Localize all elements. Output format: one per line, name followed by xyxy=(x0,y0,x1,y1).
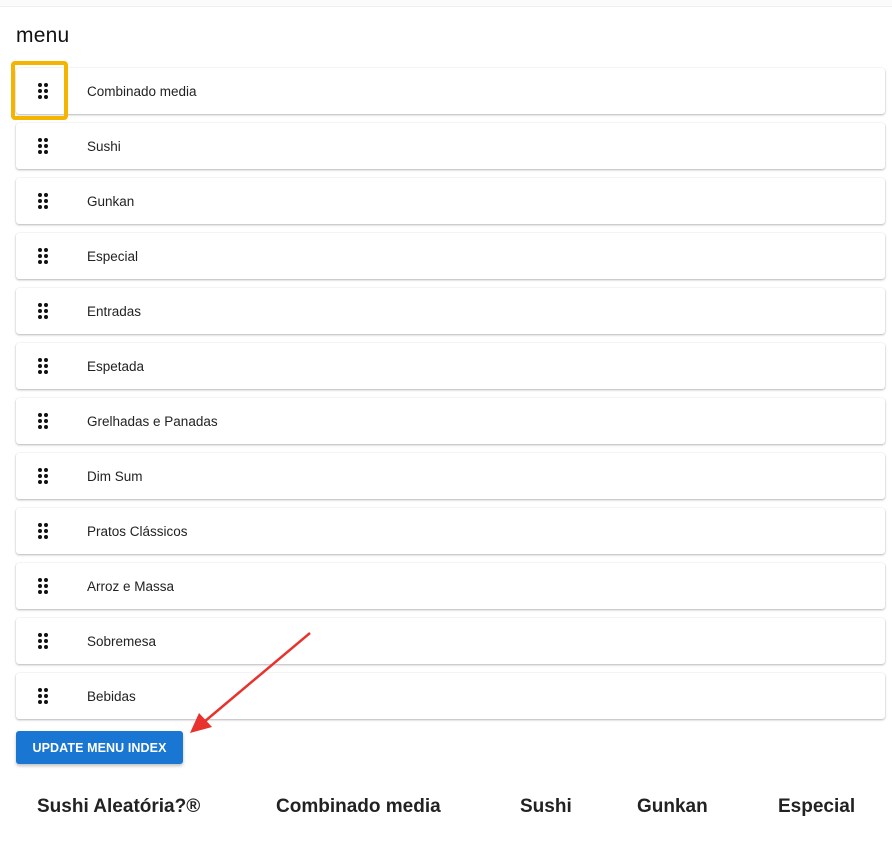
footer-nav: Sushi Aleatória?® Combinado media Sushi … xyxy=(0,796,892,826)
top-bar xyxy=(0,0,892,7)
drag-handle-icon[interactable] xyxy=(31,629,55,653)
menu-item-label: Grelhadas e Panadas xyxy=(87,413,218,429)
footer-link-sushi-aleatoria[interactable]: Sushi Aleatória?® xyxy=(37,796,200,818)
menu-item-combinado-media[interactable]: Combinado media xyxy=(16,68,885,114)
drag-handle-icon[interactable] xyxy=(31,354,55,378)
menu-item-arroz-e-massa[interactable]: Arroz e Massa xyxy=(16,563,885,609)
drag-handle-icon[interactable] xyxy=(31,244,55,268)
menu-item-label: Gunkan xyxy=(87,193,135,209)
menu-item-gunkan[interactable]: Gunkan xyxy=(16,178,885,224)
footer-link-combinado-media[interactable]: Combinado media xyxy=(276,796,441,818)
menu-item-bebidas[interactable]: Bebidas xyxy=(16,673,885,719)
menu-item-label: Sobremesa xyxy=(87,633,157,649)
menu-item-label: Bebidas xyxy=(87,688,136,704)
drag-handle-icon[interactable] xyxy=(31,684,55,708)
update-menu-index-button[interactable]: UPDATE MENU INDEX xyxy=(16,731,183,764)
menu-item-entradas[interactable]: Entradas xyxy=(16,288,885,334)
drag-handle-icon[interactable] xyxy=(31,519,55,543)
menu-item-label: Dim Sum xyxy=(87,468,143,484)
footer-link-sushi[interactable]: Sushi xyxy=(520,796,572,818)
menu-item-grelhadas-e-panadas[interactable]: Grelhadas e Panadas xyxy=(16,398,885,444)
menu-item-label: Especial xyxy=(87,248,139,264)
menu-item-label: Espetada xyxy=(87,358,145,374)
menu-item-pratos-classicos[interactable]: Pratos Clássicos xyxy=(16,508,885,554)
drag-handle-icon[interactable] xyxy=(31,189,55,213)
menu-item-sobremesa[interactable]: Sobremesa xyxy=(16,618,885,664)
menu-item-label: Combinado media xyxy=(87,83,197,99)
drag-handle-icon[interactable] xyxy=(31,574,55,598)
menu-list: Combinado media Sushi Gunkan Especial En… xyxy=(16,68,885,728)
page-title: menu xyxy=(16,24,70,47)
menu-item-label: Pratos Clássicos xyxy=(87,523,188,539)
drag-handle-icon[interactable] xyxy=(31,299,55,323)
drag-handle-icon[interactable] xyxy=(31,134,55,158)
menu-item-espetada[interactable]: Espetada xyxy=(16,343,885,389)
footer-link-gunkan[interactable]: Gunkan xyxy=(637,796,708,818)
menu-item-label: Entradas xyxy=(87,303,142,319)
menu-item-label: Sushi xyxy=(87,138,121,154)
footer-link-especial[interactable]: Especial xyxy=(778,796,855,818)
drag-handle-icon[interactable] xyxy=(31,464,55,488)
drag-handle-icon[interactable] xyxy=(31,79,55,103)
menu-item-label: Arroz e Massa xyxy=(87,578,175,594)
drag-handle-icon[interactable] xyxy=(31,409,55,433)
menu-item-dim-sum[interactable]: Dim Sum xyxy=(16,453,885,499)
menu-item-especial[interactable]: Especial xyxy=(16,233,885,279)
menu-item-sushi[interactable]: Sushi xyxy=(16,123,885,169)
